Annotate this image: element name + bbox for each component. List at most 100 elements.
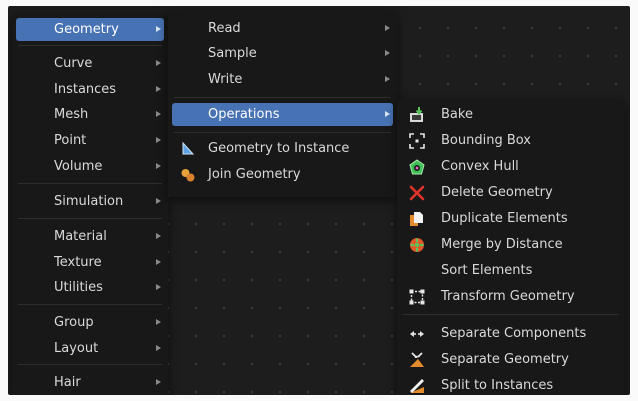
menu-item-label: Bounding Box [441,133,532,148]
convex-hull-icon [409,159,425,175]
menu-item-label: Write [208,72,243,87]
operations-item-sort-elements[interactable]: Sort Elements [401,259,621,282]
operations-item-split-to-instances[interactable]: Split to Instances [401,374,621,395]
submenu-arrow-icon [156,111,161,117]
menu-item-label: Simulation [54,194,124,209]
menu-item-label: Duplicate Elements [441,211,568,226]
menu-separator [18,183,162,184]
submenu-arrow-icon [156,163,161,169]
category-item-utilities[interactable]: Utilities [16,276,164,299]
category-item-material[interactable]: Material [16,225,164,248]
menu-separator [18,218,162,219]
bounding-box-icon [409,133,425,149]
menu-item-label: Operations [208,107,280,122]
operations-submenu: Bake Bounding Box Convex Hull Delete Geo… [397,100,625,395]
menu-item-label: Material [54,229,107,244]
submenu-arrow-icon [156,137,161,143]
operations-item-bake[interactable]: Bake [401,103,621,126]
operations-item-convex-hull[interactable]: Convex Hull [401,155,621,178]
geometry-item-read[interactable]: Read [172,17,393,40]
submenu-arrow-icon [156,198,161,204]
duplicate-icon [409,211,425,227]
geometry-item-geometry-to-instance[interactable]: Geometry to Instance [172,137,393,160]
submenu-arrow-icon [156,60,161,66]
category-item-texture[interactable]: Texture [16,251,164,274]
geometry-item-sample[interactable]: Sample [172,42,393,65]
menu-item-label: Read [208,21,241,36]
menu-item-label: Sample [208,46,257,61]
node-editor-canvas[interactable]: Geometry Curve Instances Mesh Point Volu… [8,6,630,395]
menu-item-label: Volume [54,159,103,174]
submenu-arrow-icon [385,111,390,117]
transform-icon [409,289,425,305]
submenu-arrow-icon [385,76,390,82]
operations-item-delete-geometry[interactable]: Delete Geometry [401,181,621,204]
menu-item-label: Transform Geometry [441,289,575,304]
submenu-arrow-icon [156,319,161,325]
operations-item-duplicate-elements[interactable]: Duplicate Elements [401,207,621,230]
operations-item-merge-by-distance[interactable]: Merge by Distance [401,233,621,256]
menu-item-label: Layout [54,341,99,356]
category-menu: Geometry Curve Instances Mesh Point Volu… [12,14,168,395]
submenu-arrow-icon [156,259,161,265]
geometry-item-write[interactable]: Write [172,68,393,91]
menu-separator [174,97,391,98]
operations-item-separate-geometry[interactable]: Separate Geometry [401,348,621,371]
split-instances-icon [409,378,425,394]
menu-item-label: Separate Components [441,326,587,341]
geometry-to-instance-icon [180,141,196,157]
category-item-hair[interactable]: Hair [16,371,164,394]
merge-icon [409,237,425,253]
operations-item-separate-components[interactable]: Separate Components [401,322,621,345]
category-item-instances[interactable]: Instances [16,78,164,101]
delete-icon [409,185,425,201]
category-item-group[interactable]: Group [16,311,164,334]
submenu-arrow-icon [385,25,390,31]
menu-item-label: Point [54,133,87,148]
menu-item-label: Split to Instances [441,378,554,393]
separate-geometry-icon [409,352,425,368]
menu-item-label: Geometry to Instance [208,141,350,156]
category-item-curve[interactable]: Curve [16,52,164,75]
menu-item-label: Bake [441,107,473,122]
submenu-arrow-icon [156,379,161,385]
menu-item-label: Utilities [54,280,103,295]
menu-item-label: Delete Geometry [441,185,553,200]
menu-separator [18,45,162,46]
geometry-item-join-geometry[interactable]: Join Geometry [172,163,393,186]
menu-separator [174,132,391,133]
menu-item-label: Separate Geometry [441,352,569,367]
menu-item-label: Mesh [54,107,89,122]
menu-item-label: Texture [54,255,102,270]
category-item-geometry[interactable]: Geometry [16,18,164,41]
submenu-arrow-icon [156,86,161,92]
geometry-item-operations[interactable]: Operations [172,103,393,126]
category-item-simulation[interactable]: Simulation [16,190,164,213]
submenu-arrow-icon [156,345,161,351]
menu-item-label: Curve [54,56,93,71]
operations-item-bounding-box[interactable]: Bounding Box [401,129,621,152]
separate-components-icon [409,326,425,342]
menu-separator [18,304,162,305]
submenu-arrow-icon [156,26,161,32]
submenu-arrow-icon [156,284,161,290]
menu-separator [403,314,619,315]
submenu-arrow-icon [385,50,390,56]
category-item-mesh[interactable]: Mesh [16,103,164,126]
category-item-layout[interactable]: Layout [16,337,164,360]
page-background: Geometry Curve Instances Mesh Point Volu… [0,0,638,401]
menu-item-label: Hair [54,375,81,390]
menu-item-label: Group [54,315,94,330]
menu-item-label: Convex Hull [441,159,519,174]
menu-item-label: Merge by Distance [441,237,563,252]
category-item-volume[interactable]: Volume [16,155,164,178]
bake-icon [409,107,425,123]
menu-separator [18,364,162,365]
join-geometry-icon [180,167,196,183]
category-item-point[interactable]: Point [16,129,164,152]
operations-item-transform-geometry[interactable]: Transform Geometry [401,285,621,308]
menu-item-label: Sort Elements [441,263,533,278]
geometry-submenu: Read Sample Write Operations Geometry to… [168,10,397,197]
menu-item-label: Instances [54,82,117,97]
submenu-arrow-icon [156,233,161,239]
